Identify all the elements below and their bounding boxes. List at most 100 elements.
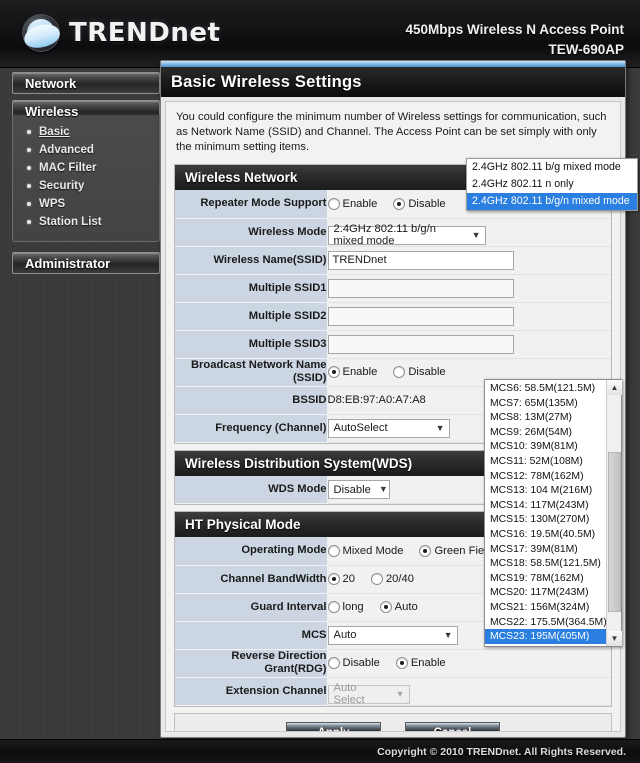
radio-icon-selected <box>396 657 408 669</box>
mcs-option[interactable]: MCS9: 26M(54M) <box>485 425 606 440</box>
frequency-selected-value: AutoSelect <box>334 422 388 434</box>
repeater-mode-disable-option[interactable]: Disable <box>393 198 445 210</box>
mcs-select[interactable]: Auto ▼ <box>328 626 458 645</box>
sidebar-item-basic-label: Basic <box>39 126 70 138</box>
sidebar-item-station-list[interactable]: Station List <box>13 213 159 231</box>
radio-icon-selected <box>328 573 340 585</box>
mcs-option[interactable]: MCS15: 130M(270M) <box>485 512 606 527</box>
bullet-icon <box>27 148 31 152</box>
channel-bandwidth-20-label: 20 <box>343 573 355 585</box>
chevron-down-icon: ▼ <box>379 485 388 494</box>
wireless-mode-dropdown-popup[interactable]: 2.4GHz 802.11 b/g mixed mode 2.4GHz 802.… <box>466 158 638 211</box>
wireless-mode-option-selected[interactable]: 2.4GHz 802.11 b/g/n mixed mode <box>467 193 637 210</box>
multiple-ssid2-input[interactable] <box>328 307 514 326</box>
mcs-option[interactable]: MCS8: 13M(27M) <box>485 410 606 425</box>
mcs-option[interactable]: MCS22: 175.5M(364.5M) <box>485 615 606 630</box>
mcs-option[interactable]: MCS7: 65M(135M) <box>485 396 606 411</box>
sidebar-item-mac-filter[interactable]: MAC Filter <box>13 159 159 177</box>
mcs-option[interactable]: MCS21: 156M(324M) <box>485 600 606 615</box>
chevron-down-icon[interactable]: ▼ <box>607 631 622 646</box>
operating-mode-mixed-label: Mixed Mode <box>343 545 404 557</box>
row-extension-channel: Extension Channel Auto Select ▼ <box>175 677 611 705</box>
chevron-down-icon: ▼ <box>472 231 481 240</box>
frequency-select[interactable]: AutoSelect ▼ <box>328 419 450 438</box>
mcs-option[interactable]: MCS10: 39M(81M) <box>485 439 606 454</box>
apply-button[interactable]: Apply <box>286 722 381 733</box>
mcs-selected-value: Auto <box>334 629 357 641</box>
channel-bandwidth-2040-option[interactable]: 20/40 <box>371 573 414 585</box>
repeater-mode-enable-option[interactable]: Enable <box>328 198 378 210</box>
guard-interval-long-option[interactable]: long <box>328 601 364 613</box>
extension-channel-select: Auto Select ▼ <box>328 685 410 704</box>
broadcast-ssid-disable-option[interactable]: Disable <box>393 366 445 378</box>
mcs-scrollbar[interactable]: ▲ ▼ <box>606 380 621 646</box>
mcs-option[interactable]: MCS13: 104 M(216M) <box>485 483 606 498</box>
radio-icon-selected <box>393 198 405 210</box>
mcs-option[interactable]: MCS18: 58.5M(121.5M) <box>485 556 606 571</box>
operating-mode-label: Operating Mode <box>175 537 327 565</box>
guard-interval-auto-option[interactable]: Auto <box>380 601 418 613</box>
wireless-mode-option[interactable]: 2.4GHz 802.11 n only <box>467 176 637 193</box>
sidebar-item-wps[interactable]: WPS <box>13 195 159 213</box>
cancel-button[interactable]: Cancel <box>405 722 500 733</box>
sidebar-nav: Network Wireless Basic Advanced MAC Filt… <box>12 72 160 280</box>
scrollbar-thumb[interactable] <box>608 452 621 612</box>
mcs-option[interactable]: MCS12: 78M(162M) <box>485 469 606 484</box>
wireless-mode-option[interactable]: 2.4GHz 802.11 b/g mixed mode <box>467 159 637 176</box>
channel-bandwidth-2040-label: 20/40 <box>386 573 414 585</box>
mcs-option[interactable]: MCS6: 58.5M(121.5M) <box>485 381 606 396</box>
multiple-ssid1-input[interactable] <box>328 279 514 298</box>
rdg-disable-option[interactable]: Disable <box>328 657 380 669</box>
multiple-ssid3-label: Multiple SSID3 <box>175 330 327 358</box>
ssid-input-value: TRENDnet <box>333 254 387 266</box>
radio-icon <box>393 366 405 378</box>
channel-bandwidth-20-option[interactable]: 20 <box>328 573 355 585</box>
broadcast-ssid-radio-group: Enable Disable <box>328 366 612 378</box>
sidebar-item-administrator[interactable]: Administrator <box>12 252 160 274</box>
chevron-up-icon[interactable]: ▲ <box>607 380 622 395</box>
multiple-ssid1-label: Multiple SSID1 <box>175 274 327 302</box>
mcs-option[interactable]: MCS20: 117M(243M) <box>485 585 606 600</box>
mcs-option[interactable]: MCS11: 52M(108M) <box>485 454 606 469</box>
mcs-option[interactable]: MCS16: 19.5M(40.5M) <box>485 527 606 542</box>
operating-mode-green-field-option[interactable]: Green Field <box>419 545 492 557</box>
sidebar-item-administrator-label: Administrator <box>25 256 110 271</box>
row-rdg: Reverse Direction Grant(RDG) Disable Ena… <box>175 649 611 677</box>
page-description: You could configure the minimum number o… <box>174 109 612 164</box>
mcs-option[interactable]: MCS14: 117M(243M) <box>485 498 606 513</box>
mcs-option[interactable]: MCS17: 39M(81M) <box>485 542 606 557</box>
guard-interval-long-label: long <box>343 601 364 613</box>
wds-mode-selected-value: Disable <box>334 484 371 496</box>
page-footer: Copyright © 2010 TRENDnet. All Rights Re… <box>0 739 640 763</box>
wds-mode-select[interactable]: Disable ▼ <box>328 480 390 499</box>
broadcast-ssid-label: Broadcast Network Name (SSID) <box>175 358 327 386</box>
mcs-dropdown-popup[interactable]: MCS6: 58.5M(121.5M) MCS7: 65M(135M) MCS8… <box>484 379 622 647</box>
operating-mode-mixed-option[interactable]: Mixed Mode <box>328 545 404 557</box>
wireless-mode-select[interactable]: 2.4GHz 802.11 b/g/n mixed mode ▼ <box>328 226 486 245</box>
bullet-icon <box>27 130 31 134</box>
wireless-mode-label: Wireless Mode <box>175 218 327 246</box>
sidebar-item-station-list-label: Station List <box>39 216 102 228</box>
chevron-down-icon: ▼ <box>436 424 445 433</box>
radio-icon <box>371 573 383 585</box>
sidebar-item-basic[interactable]: Basic <box>13 123 159 141</box>
multiple-ssid3-input[interactable] <box>328 335 514 354</box>
sidebar-item-network[interactable]: Network <box>12 72 160 94</box>
product-line-label: 450Mbps Wireless N Access Point <box>406 20 624 40</box>
radio-icon <box>328 545 340 557</box>
wds-mode-label: WDS Mode <box>175 476 327 504</box>
mcs-option[interactable]: MCS32: 6M <box>485 644 606 646</box>
broadcast-ssid-enable-label: Enable <box>343 366 378 378</box>
mcs-option[interactable]: MCS19: 78M(162M) <box>485 571 606 586</box>
rdg-enable-option[interactable]: Enable <box>396 657 446 669</box>
frequency-label: Frequency (Channel) <box>175 414 327 442</box>
sidebar-item-security[interactable]: Security <box>13 177 159 195</box>
ssid-label: Wireless Name(SSID) <box>175 246 327 274</box>
mcs-option-selected[interactable]: MCS23: 195M(405M) <box>485 629 606 644</box>
chevron-down-icon: ▼ <box>444 631 453 640</box>
repeater-mode-label: Repeater Mode Support <box>175 190 327 218</box>
sidebar-item-advanced[interactable]: Advanced <box>13 141 159 159</box>
row-multiple-ssid1: Multiple SSID1 <box>175 274 611 302</box>
broadcast-ssid-enable-option[interactable]: Enable <box>328 366 378 378</box>
ssid-input[interactable]: TRENDnet <box>328 251 514 270</box>
